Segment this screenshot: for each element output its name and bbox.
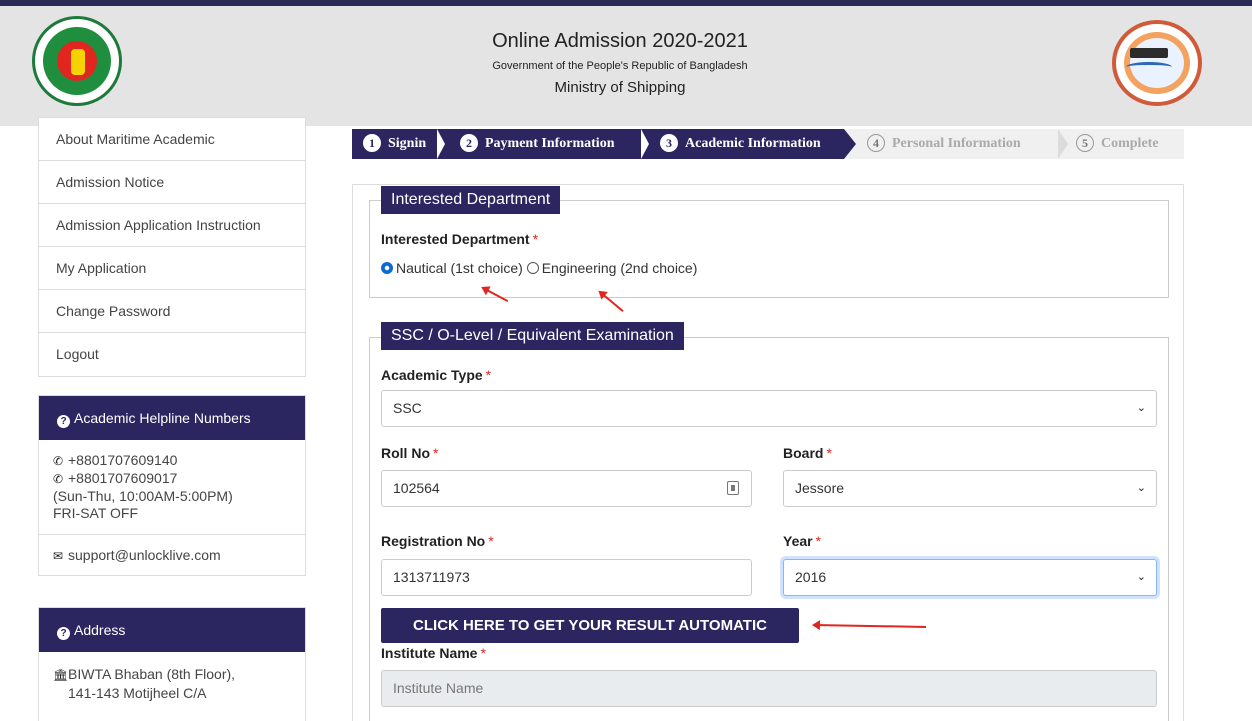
sidebar-item-about[interactable]: About Maritime Academic <box>39 118 305 161</box>
ssc-legend: SSC / O-Level / Equivalent Examination <box>381 322 684 350</box>
academic-type-select[interactable]: SSC ⌄ <box>381 390 1157 427</box>
helpline-body: ✆ +8801707609140 ✆ +8801707609017 (Sun-Thu… <box>39 440 305 534</box>
chevron-down-icon: ⌄ <box>1136 402 1146 414</box>
radio-engineering[interactable]: Engineering (2nd choice) <box>526 260 697 276</box>
question-icon: ? <box>57 627 70 640</box>
board-select[interactable]: Jessore ⌄ <box>783 470 1157 507</box>
bank-building-icon: 🏛 <box>53 668 69 682</box>
registration-input[interactable]: 1313711973 <box>381 559 752 596</box>
header-ministry: Ministry of Shipping <box>554 79 686 96</box>
chevron-down-icon: ⌄ <box>1136 571 1146 583</box>
academic-type-label: Academic Type * <box>381 367 492 383</box>
address-line-2: 141-143 Motijheel C/A <box>68 685 207 701</box>
address-title: Address <box>74 622 126 638</box>
helpline-hours: (Sun-Thu, 10:00AM-5:00PM) <box>53 488 233 504</box>
helpline-phone-1: +8801707609140 <box>68 452 178 468</box>
envelope-icon: ✉ <box>53 549 64 563</box>
phone-icon: ✆ <box>53 472 64 486</box>
institute-label: Institute Name * <box>381 645 486 661</box>
registration-label: Registration No * <box>381 533 494 549</box>
helpline-heading: ? Academic Helpline Numbers <box>39 396 305 440</box>
question-icon: ? <box>57 415 70 428</box>
step-signin[interactable]: 1 Signin <box>363 129 426 159</box>
sidebar-item-application-instruction[interactable]: Admission Application Instruction <box>39 204 305 247</box>
sidebar-item-my-application[interactable]: My Application <box>39 247 305 290</box>
department-radio-group: Nautical (1st choice) Engineering (2nd c… <box>381 260 697 276</box>
sidebar-item-logout[interactable]: Logout <box>39 333 305 376</box>
support-email[interactable]: support@unlocklive.com <box>68 547 221 563</box>
step-academic-information[interactable]: 3 Academic Information <box>660 129 821 159</box>
bangladesh-govt-logo <box>32 16 122 106</box>
progress-steps: 1 Signin 2 Payment Information 3 Academic I… <box>352 129 1184 159</box>
roll-label: Roll No * <box>381 445 439 461</box>
radio-nautical[interactable]: Nautical (1st choice) <box>381 260 523 276</box>
phone-icon: ✆ <box>53 454 64 468</box>
address-line-1: BIWTA Bhaban (8th Floor), <box>68 666 236 682</box>
address-panel: ? Address 🏛BIWTA Bhaban (8th Floor), 141-… <box>38 607 306 721</box>
helpline-title: Academic Helpline Numbers <box>74 410 251 426</box>
board-label: Board * <box>783 445 832 461</box>
address-body: 🏛BIWTA Bhaban (8th Floor), 141-143 Motij… <box>39 652 305 714</box>
helpline-off-days: FRI-SAT OFF <box>53 505 139 521</box>
sidebar-menu: About Maritime Academic Admission Notice… <box>38 117 306 377</box>
year-label: Year * <box>783 533 822 549</box>
step-personal-information[interactable]: 4 Personal Information <box>867 129 1021 159</box>
institute-input[interactable]: Institute Name <box>381 670 1157 707</box>
sidebar-item-admission-notice[interactable]: Admission Notice <box>39 161 305 204</box>
interested-department-fieldset <box>369 200 1169 298</box>
step-complete[interactable]: 5 Complete <box>1076 129 1159 159</box>
sidebar-item-change-password[interactable]: Change Password <box>39 290 305 333</box>
chevron-down-icon: ⌄ <box>1136 482 1146 494</box>
header-subtitle: Government of the People's Republic of B… <box>492 60 748 72</box>
address-heading: ? Address <box>39 608 305 652</box>
page-title: Online Admission 2020-2021 <box>492 30 748 52</box>
header-text: Online Admission 2020-2021 Government of… <box>400 28 840 96</box>
support-email-row: ✉ support@unlocklive.com <box>39 534 305 575</box>
interested-department-legend: Interested Department <box>381 186 561 214</box>
helpline-phone-2: +8801707609017 <box>68 470 178 486</box>
autofill-icon <box>727 481 739 495</box>
site-header: Online Admission 2020-2021 Government of… <box>0 6 1252 126</box>
helpline-panel: ? Academic Helpline Numbers ✆ +88017076091… <box>38 395 306 576</box>
get-result-button[interactable]: CLICK HERE TO GET YOUR RESULT AUTOMATIC <box>381 608 799 643</box>
shipping-ministry-logo <box>1112 20 1202 106</box>
year-select[interactable]: 2016 ⌄ <box>783 559 1157 596</box>
roll-input[interactable]: 102564 <box>381 470 752 507</box>
step-payment-information[interactable]: 2 Payment Information <box>460 129 615 159</box>
interested-department-label: Interested Department * <box>381 231 539 247</box>
